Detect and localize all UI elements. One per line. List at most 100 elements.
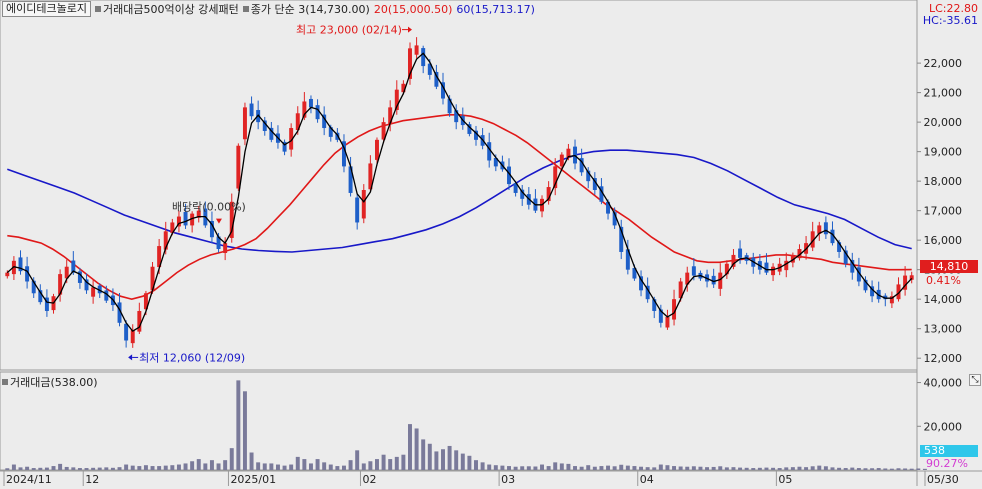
volume-bar bbox=[447, 445, 452, 470]
volume-bar bbox=[91, 467, 96, 470]
volume-bar bbox=[632, 466, 637, 470]
volume-bar bbox=[870, 468, 875, 470]
volume-bar bbox=[124, 464, 129, 470]
volume-bar bbox=[724, 467, 729, 470]
volume-bar bbox=[64, 466, 69, 470]
volume-bar bbox=[586, 465, 591, 470]
volume-bar bbox=[441, 449, 445, 470]
ma20-label[interactable]: 20(15,000.50) bbox=[374, 3, 453, 16]
x-tick-label: 2025/01 bbox=[230, 473, 276, 486]
volume-bar bbox=[315, 459, 320, 470]
x-tick-label: 02 bbox=[362, 473, 376, 486]
volume-bar bbox=[790, 467, 795, 470]
volume-bar bbox=[414, 428, 419, 470]
candle bbox=[91, 287, 96, 297]
candle bbox=[784, 260, 789, 271]
volume-bar bbox=[698, 466, 703, 470]
volume-bar bbox=[711, 466, 716, 470]
volume-bar bbox=[606, 465, 611, 470]
volume-bar bbox=[38, 467, 43, 470]
volume-bar bbox=[738, 467, 743, 470]
volume-bar bbox=[645, 467, 650, 470]
volume-bar bbox=[249, 452, 254, 470]
volume-bar bbox=[856, 468, 861, 470]
volume-bar bbox=[216, 463, 221, 470]
volume-bar bbox=[718, 466, 723, 470]
candle bbox=[183, 211, 188, 226]
stock-name[interactable]: 에이디테크놀로지 bbox=[2, 1, 91, 17]
indicator-label[interactable]: 거래대금500억이상 강세패턴 bbox=[103, 1, 239, 17]
volume-bar bbox=[573, 466, 578, 470]
volume-bar bbox=[599, 466, 604, 470]
candle bbox=[355, 197, 360, 223]
y-tick-label: 16,000 bbox=[924, 234, 963, 247]
volume-bar bbox=[771, 467, 776, 470]
stock-chart[interactable]: 최고 23,000 (02/14) 최저 12,060 (12/09) 배당락(0.… bbox=[0, 0, 982, 489]
vol-y-tick-label: 40,000 bbox=[924, 377, 963, 390]
candle bbox=[414, 45, 419, 55]
volume-panel-title[interactable]: 거래대금(538.00) bbox=[10, 374, 98, 390]
volume-bar bbox=[526, 466, 531, 470]
volume-bar bbox=[480, 462, 485, 470]
volume-bar bbox=[592, 466, 597, 470]
volume-bar bbox=[652, 467, 657, 470]
scroll-handle-icon[interactable]: ⤡ bbox=[969, 374, 981, 386]
y-tick-label: 14,000 bbox=[924, 293, 963, 306]
volume-bar bbox=[236, 380, 241, 470]
volume-bar bbox=[797, 466, 802, 470]
volume-bar bbox=[625, 465, 630, 470]
indicator-square-icon bbox=[94, 6, 101, 12]
volume-bar bbox=[282, 465, 287, 470]
volume-panel-header: 거래대금(538.00) bbox=[2, 374, 98, 390]
volume-bar bbox=[18, 467, 23, 470]
volume-bar bbox=[533, 466, 538, 470]
volume-bar bbox=[84, 468, 89, 470]
volume-bar bbox=[493, 465, 498, 470]
volume-bar bbox=[804, 467, 809, 470]
low-annotation: 최저 12,060 (12/09) bbox=[139, 351, 245, 364]
volume-bar bbox=[619, 464, 624, 470]
volume-bar bbox=[190, 461, 195, 470]
volume-bar bbox=[896, 468, 901, 470]
volume-bar bbox=[328, 464, 333, 470]
volume-bar bbox=[11, 464, 16, 470]
volume-bar bbox=[368, 461, 373, 470]
volume-bar bbox=[764, 467, 769, 470]
candle bbox=[771, 266, 776, 276]
volume-bar bbox=[229, 448, 234, 470]
candle bbox=[421, 48, 426, 67]
volume-bar bbox=[183, 463, 188, 470]
volume-bar bbox=[500, 465, 505, 470]
volume-bar bbox=[507, 466, 511, 470]
volume-bar bbox=[513, 466, 518, 470]
ma3-label[interactable]: 종가 단순 3(14,730.00) bbox=[251, 1, 370, 17]
volume-bar bbox=[150, 466, 155, 470]
volume-bar bbox=[71, 467, 76, 470]
candle bbox=[559, 154, 564, 167]
volume-bar bbox=[903, 468, 908, 470]
volume-bar bbox=[678, 466, 683, 470]
volume-bar bbox=[817, 465, 822, 470]
y-tick-label: 21,000 bbox=[924, 87, 963, 100]
volume-bar bbox=[104, 467, 109, 470]
volume-bar bbox=[163, 465, 168, 470]
chart-header: 에이디테크놀로지 거래대금500억이상 강세패턴 종가 단순 3(14,730.… bbox=[2, 1, 535, 17]
volume-bar bbox=[566, 463, 571, 470]
current-price-tag: 14,810 bbox=[920, 260, 978, 273]
volume-bar bbox=[705, 467, 710, 470]
volume-bar bbox=[612, 466, 617, 470]
ma-square-icon bbox=[242, 6, 249, 12]
volume-bar bbox=[421, 439, 426, 470]
vol-y-tick-label: 20,000 bbox=[924, 420, 963, 433]
volume-bar bbox=[579, 466, 584, 470]
ma60-label[interactable]: 60(15,713.17) bbox=[456, 3, 535, 16]
candle bbox=[242, 107, 247, 140]
y-tick-label: 17,000 bbox=[924, 205, 963, 218]
volume-bar bbox=[830, 467, 835, 470]
y-tick-label: 18,000 bbox=[924, 175, 963, 188]
volume-square-icon bbox=[2, 379, 8, 385]
candle bbox=[130, 330, 135, 344]
volume-bar bbox=[889, 468, 894, 470]
volume-bar bbox=[487, 464, 492, 470]
volume-bar bbox=[474, 460, 478, 470]
